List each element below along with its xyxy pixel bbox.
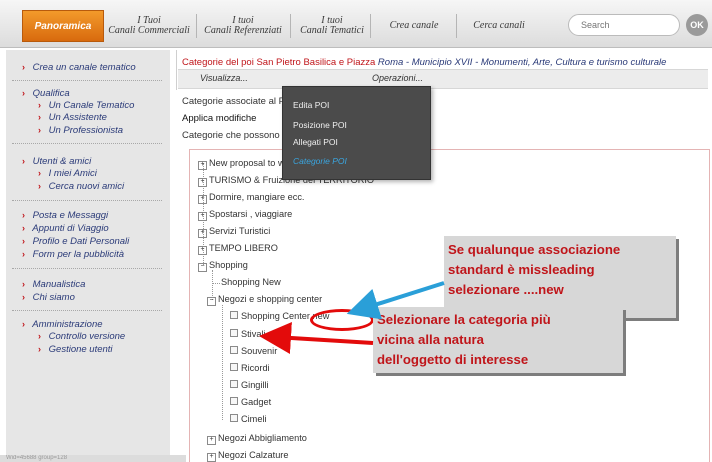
annotation-arrows <box>259 281 445 354</box>
red-arrow <box>259 322 374 354</box>
blue-arrow <box>346 281 445 320</box>
